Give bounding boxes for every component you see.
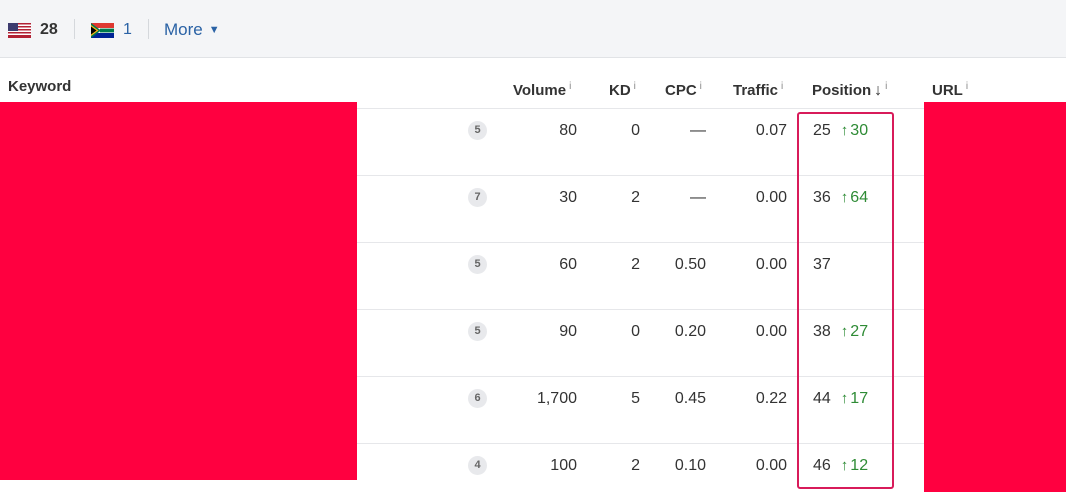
serp-features-badge[interactable]: 5	[468, 322, 487, 341]
traffic-cell: 0.07	[755, 122, 787, 139]
info-icon[interactable]: i	[569, 81, 571, 92]
cpc-cell: —	[690, 122, 706, 139]
serp-features-badge[interactable]: 7	[468, 188, 487, 207]
more-label: More	[164, 20, 203, 39]
country-count-za: 1	[123, 21, 132, 38]
serp-features-badge[interactable]: 6	[468, 389, 487, 408]
sort-desc-icon: ↓	[874, 82, 883, 99]
volume-cell: 60	[559, 256, 577, 273]
volume-cell: 90	[559, 323, 577, 340]
info-icon[interactable]: i	[700, 81, 702, 92]
serp-features-badge[interactable]: 5	[468, 121, 487, 140]
cpc-cell: 0.50	[674, 256, 706, 273]
cpc-cell: —	[690, 189, 706, 206]
divider	[148, 19, 149, 39]
volume-cell: 1,700	[536, 390, 577, 407]
kd-cell: 2	[631, 457, 640, 474]
column-header-url[interactable]: URL i	[932, 76, 968, 99]
column-header-traffic[interactable]: Traffic i	[733, 76, 783, 99]
country-filter-us[interactable]: 28	[8, 19, 58, 41]
info-icon[interactable]: i	[885, 81, 887, 92]
header-label: Traffic	[733, 82, 779, 99]
volume-cell: 30	[559, 189, 577, 206]
serp-features-badge[interactable]: 4	[468, 456, 487, 475]
traffic-cell: 0.00	[755, 256, 787, 273]
info-icon[interactable]: i	[781, 81, 783, 92]
redacted-url-column	[924, 102, 1066, 492]
column-header-position[interactable]: Position ↓ i	[812, 76, 887, 99]
info-icon[interactable]: i	[634, 81, 636, 92]
kd-cell: 5	[631, 390, 640, 407]
divider	[74, 19, 75, 39]
caret-down-icon: ▼	[208, 24, 220, 36]
header-label: Position	[812, 82, 872, 99]
traffic-cell: 0.22	[755, 390, 787, 407]
column-header-volume[interactable]: Volume i	[513, 76, 571, 99]
more-countries-dropdown[interactable]: More ▼	[164, 19, 220, 41]
country-count-us: 28	[40, 21, 58, 38]
country-filter-bar: 28 1 More ▼	[0, 0, 1066, 58]
column-header-cpc[interactable]: CPC i	[665, 76, 702, 99]
header-label: Keyword	[8, 78, 72, 95]
kd-cell: 0	[631, 323, 640, 340]
traffic-cell: 0.00	[755, 457, 787, 474]
header-label: KD	[609, 82, 631, 99]
za-flag-icon	[91, 22, 114, 38]
cpc-cell: 0.45	[674, 390, 706, 407]
serp-features-badge[interactable]: 5	[468, 255, 487, 274]
info-icon[interactable]: i	[966, 81, 968, 92]
column-header-kd[interactable]: KD i	[609, 76, 636, 99]
kd-cell: 2	[631, 189, 640, 206]
redacted-keyword-column	[0, 102, 357, 480]
cpc-cell: 0.10	[674, 457, 706, 474]
traffic-cell: 0.00	[755, 323, 787, 340]
volume-cell: 80	[559, 122, 577, 139]
volume-cell: 100	[550, 457, 577, 474]
header-label: URL	[932, 82, 963, 99]
kd-cell: 0	[631, 122, 640, 139]
country-filter-za[interactable]: 1	[91, 19, 132, 41]
cpc-cell: 0.20	[674, 323, 706, 340]
us-flag-icon	[8, 22, 31, 38]
header-label: CPC	[665, 82, 697, 99]
position-highlight-box	[797, 112, 894, 489]
column-header-keyword[interactable]: Keyword	[8, 76, 71, 98]
header-label: Volume	[513, 82, 567, 99]
kd-cell: 2	[631, 256, 640, 273]
traffic-cell: 0.00	[755, 189, 787, 206]
